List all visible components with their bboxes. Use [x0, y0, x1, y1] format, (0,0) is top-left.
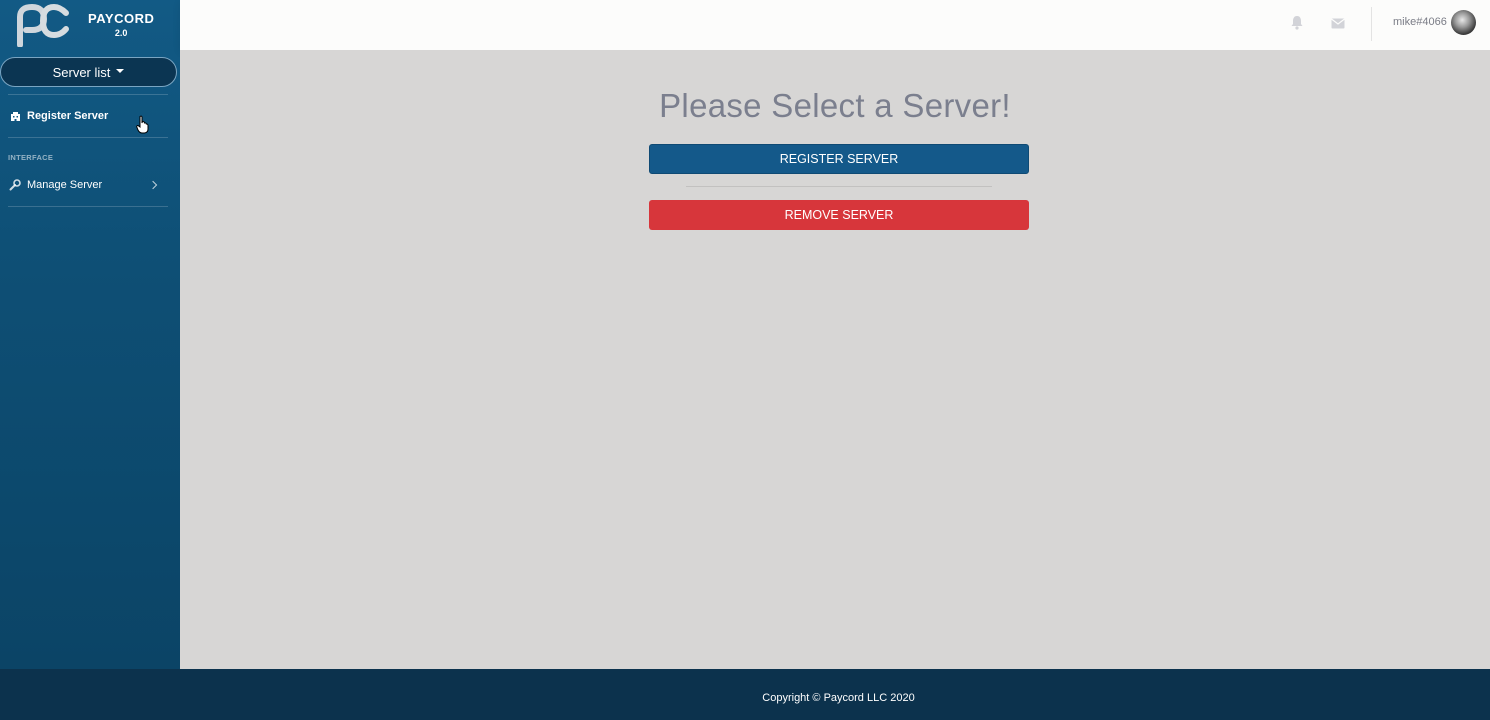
page-title: Please Select a Server! [659, 87, 1011, 124]
user-name[interactable]: mike#4066 [1393, 16, 1447, 28]
sidebar-divider [8, 206, 168, 207]
sidebar-item-label: Manage Server [27, 179, 103, 191]
wrench-icon [8, 178, 22, 192]
footer: Copyright © Paycord LLC 2020 [0, 669, 1490, 720]
register-server-button[interactable]: REGISTER SERVER [649, 144, 1029, 174]
brand[interactable]: PAYCORD 2.0 [0, 0, 180, 50]
brand-version: 2.0 [114, 27, 128, 38]
brand-name: PAYCORD [88, 11, 155, 27]
chevron-right-icon [148, 180, 158, 190]
bell-icon[interactable] [1290, 15, 1304, 35]
sidebar-item-manage-server[interactable]: Manage Server [8, 178, 168, 192]
caret-down-icon [116, 69, 125, 73]
sidebar: PAYCORD 2.0 Server list Register Server … [0, 0, 180, 669]
copyright-text: Copyright © Paycord LLC 2020 [762, 692, 915, 704]
topbar: mike#4066 [180, 0, 1490, 50]
cursor-hand-icon [136, 115, 149, 139]
building-icon [8, 109, 22, 123]
brand-text: PAYCORD 2.0 [88, 11, 154, 39]
avatar[interactable] [1451, 10, 1476, 35]
section-heading-interface: INTERFACE [8, 153, 54, 162]
server-list-dropdown[interactable]: Server list [0, 57, 177, 87]
topbar-divider [1371, 7, 1372, 41]
remove-server-button[interactable]: REMOVE SERVER [649, 200, 1029, 230]
main-content: Please Select a Server! REGISTER SERVER … [180, 50, 1490, 669]
server-list-label: Server list [52, 64, 111, 80]
content-divider [686, 186, 992, 187]
sidebar-item-label: Register Server [27, 110, 109, 122]
sidebar-divider [8, 94, 168, 95]
pc-logo-icon [16, 3, 70, 48]
envelope-icon[interactable] [1331, 16, 1345, 34]
